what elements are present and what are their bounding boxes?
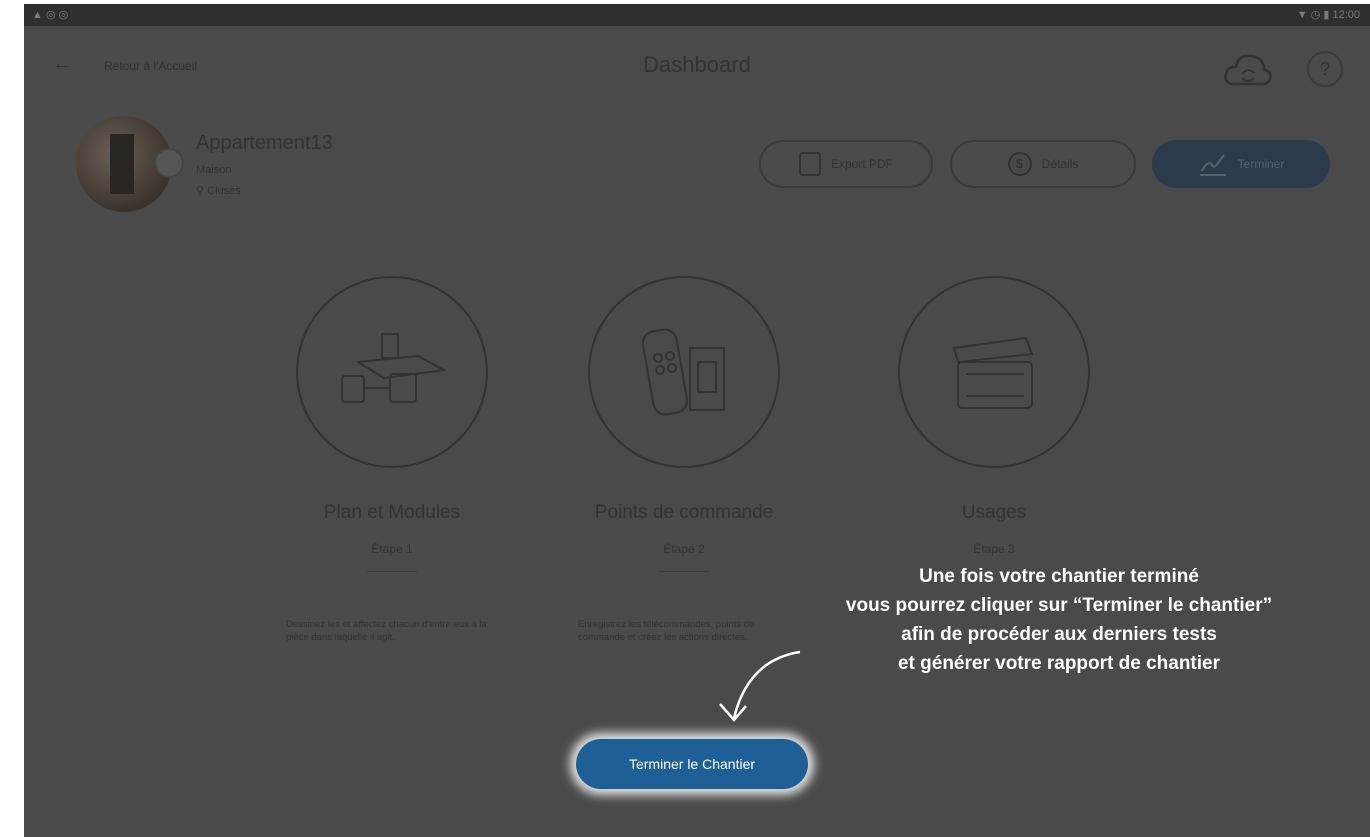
window-icon [952,336,1034,409]
help-icon[interactable]: ? [1307,51,1343,87]
status-bar: ▲ ◎ ◎ ▼ ◷ ▮ 12:00 [24,4,1370,26]
curved-arrow-icon [719,650,801,722]
step-2-divider [659,571,709,572]
finish-label: Terminer [1237,157,1285,171]
info-icon: $ [1007,152,1032,176]
step-usages[interactable] [898,276,1090,468]
callout-line: et générer votre rapport de chantier [897,653,1221,674]
project-location-text: Cluses [207,185,241,197]
step-1-description: Dessinez les et affectez chacun d'entre … [286,619,487,643]
export-pdf-label: Export PDF [830,157,893,171]
callout-line: vous pourrez cliquer sur “Terminer le ch… [845,595,1273,616]
status-left: ▲ ◎ ◎ [32,9,69,21]
sign-icon [1199,154,1226,176]
step-2-title: Points de commande [594,502,774,523]
avatar-photo [110,134,134,194]
step-1-subtitle: Étape 1 [371,542,413,556]
step-command-points[interactable] [588,276,780,468]
details-button[interactable]: $ Détails [950,140,1136,188]
step-3-title: Usages [961,502,1027,523]
finish-site-button[interactable]: Terminer le Chantier [576,739,808,789]
tutorial-callout: Une fois votre chantier terminé vous pou… [764,562,1354,678]
project-type: Maison [196,164,232,176]
dashboard-screen: ← Retour à l'Accueil Dashboard ? Apparte… [24,26,1370,837]
pdf-icon [798,152,821,176]
finish-button[interactable]: Terminer [1152,140,1330,188]
callout-line: afin de procéder aux derniers tests [901,624,1217,645]
cloud-sync-icon[interactable] [1222,48,1274,92]
tablet-screen: ▲ ◎ ◎ ▼ ◷ ▮ 12:00 ← Retour à l'Accueil D… [24,4,1370,837]
step-1-divider [367,571,417,572]
page-title: Dashboard [643,52,751,77]
export-pdf-button[interactable]: Export PDF [759,140,933,188]
modules-icon [341,333,448,403]
callout-line: Une fois votre chantier terminé [919,566,1199,587]
step-plan-modules[interactable] [296,276,488,468]
step-1-title: Plan et Modules [323,502,461,523]
step-2-subtitle: Étape 2 [663,542,705,556]
location-pin-icon: ⚲ [196,185,208,197]
status-right: ▼ ◷ ▮ 12:00 [1296,9,1360,21]
remote-icon [641,328,725,416]
details-label: Détails [1041,157,1079,171]
step-3-subtitle: Étape 3 [973,542,1015,556]
project-name: Appartement13 [196,132,333,154]
edit-photo-icon[interactable] [154,148,184,178]
project-location: ⚲ Cluses [196,184,241,197]
